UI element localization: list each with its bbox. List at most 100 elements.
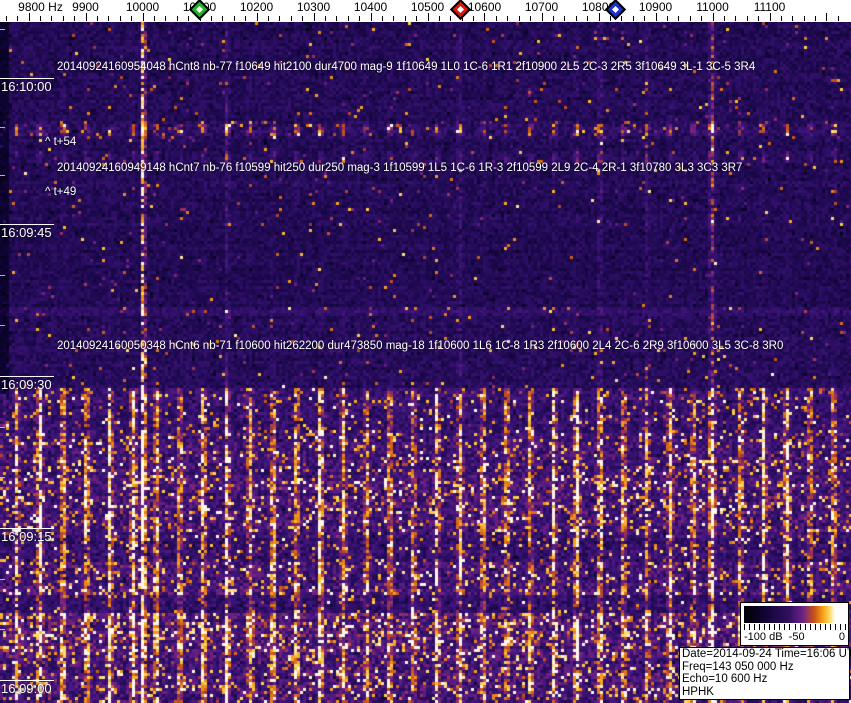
axis-label-10900: 10900 [638,0,673,14]
axis-minor-tick [450,16,451,21]
axis-minor-tick [74,16,75,21]
axis-major-tick [86,13,87,21]
time-minor-tick [0,477,5,478]
time-label: 16:09:30 [1,377,52,392]
axis-label-11100: 11100 [753,0,786,14]
axis-minor-tick [97,16,98,21]
event-annotation: 20140924160954048 hCnt8 nb-77 f10649 hit… [57,61,756,73]
axis-minor-tick [177,16,178,21]
axis-label-10300: 10300 [296,0,331,14]
axis-major-tick [484,13,485,21]
axis-minor-tick [131,16,132,21]
event-annotation: 20140924160949148 hCnt7 nb-76 f10599 hit… [57,162,743,174]
axis-minor-tick [519,16,520,21]
axis-minor-tick [701,16,702,21]
db-scale-tick [814,624,816,630]
db-scale-tick [834,624,836,630]
db-scale-tick [744,624,745,630]
event-annotation: ^ t+49 [45,186,77,198]
axis-minor-tick [348,16,349,21]
axis-minor-tick [302,16,303,21]
axis-minor-tick [154,16,155,21]
axis-minor-tick [667,16,668,21]
axis-minor-tick [553,16,554,21]
axis-label-10200: 10200 [239,0,274,14]
db-scale-tick [764,624,766,630]
axis-minor-tick [165,16,166,21]
axis-minor-tick [234,16,235,21]
axis-minor-tick [576,16,577,21]
axis-minor-tick [724,16,725,21]
info-date-time: Date=2014-09-24 Time=16:06 UTC [682,648,851,660]
axis-minor-tick [416,16,417,21]
db-scale-tick [754,624,756,630]
axis-minor-tick [644,16,645,21]
db-scale-tick [759,624,761,630]
db-scale-tick [799,624,801,630]
spectrum-lab-window: 9800 Hz990010000101001020010300104001050… [0,0,851,703]
status-info-box: Date=2014-09-24 Time=16:06 UTC Freq=143 … [679,647,851,700]
axis-minor-tick [587,16,588,21]
db-scale-tick [839,624,841,630]
axis-minor-tick [268,16,269,21]
info-frequency: Freq=143 050 000 Hz [682,660,794,673]
event-annotation: 20140924160050348 hCnt6 nb-71 f10600 hit… [57,340,784,352]
axis-minor-tick [17,16,18,21]
axis-label-10500: 10500 [410,0,445,14]
axis-minor-tick [120,16,121,21]
axis-major-tick [428,13,429,21]
db-label-min: -100 dB [744,631,783,643]
axis-major-tick [599,13,600,21]
axis-label-11000: 11000 [696,0,729,14]
info-echo: Echo=10 600 Hz [682,673,768,686]
axis-major-tick [656,13,657,21]
time-label: 16:09:15 [1,529,52,544]
axis-minor-tick [473,16,474,21]
axis-minor-tick [747,16,748,21]
axis-major-tick [371,13,372,21]
db-scale-tick [804,624,806,630]
db-scale-tick [789,624,791,630]
axis-minor-tick [496,16,497,21]
axis-minor-tick [621,16,622,21]
frequency-axis: 9800 Hz990010000101001020010300104001050… [0,0,851,22]
db-label-max: 0 [838,631,845,643]
db-scale-tick [809,624,811,630]
axis-minor-tick [382,16,383,21]
axis-minor-tick [678,16,679,21]
time-minor-tick [0,325,5,326]
axis-minor-tick [690,16,691,21]
axis-minor-tick [804,16,805,21]
time-minor-tick [0,579,5,580]
db-scale-tick [794,624,796,630]
axis-label-10700: 10700 [524,0,559,14]
time-label: 16:09:45 [1,225,52,240]
axis-major-tick [314,13,315,21]
axis-label-9800: 9800 Hz [18,0,63,14]
axis-minor-tick [393,16,394,21]
axis-minor-tick [838,16,839,21]
axis-minor-tick [405,16,406,21]
axis-minor-tick [758,16,759,21]
axis-minor-tick [564,16,565,21]
axis-label-9900: 9900 [72,0,99,14]
axis-major-tick [29,13,30,21]
db-scale-tick [774,624,776,630]
axis-minor-tick [279,16,280,21]
axis-minor-tick [40,16,41,21]
time-minor-tick [0,29,5,30]
time-label: 16:10:00 [1,79,52,94]
db-scale-tick [819,624,821,630]
axis-minor-tick [325,16,326,21]
time-minor-tick [0,175,5,176]
axis-minor-tick [735,16,736,21]
axis-minor-tick [211,16,212,21]
db-scale-tick [829,624,831,630]
axis-major-tick [770,13,771,21]
time-label: 16:09:00 [1,681,52,696]
axis-minor-tick [6,16,7,21]
db-scale-tick [824,624,826,630]
db-gradient-bar [744,606,845,623]
axis-label-10000: 10000 [125,0,160,14]
axis-major-tick [826,13,827,21]
